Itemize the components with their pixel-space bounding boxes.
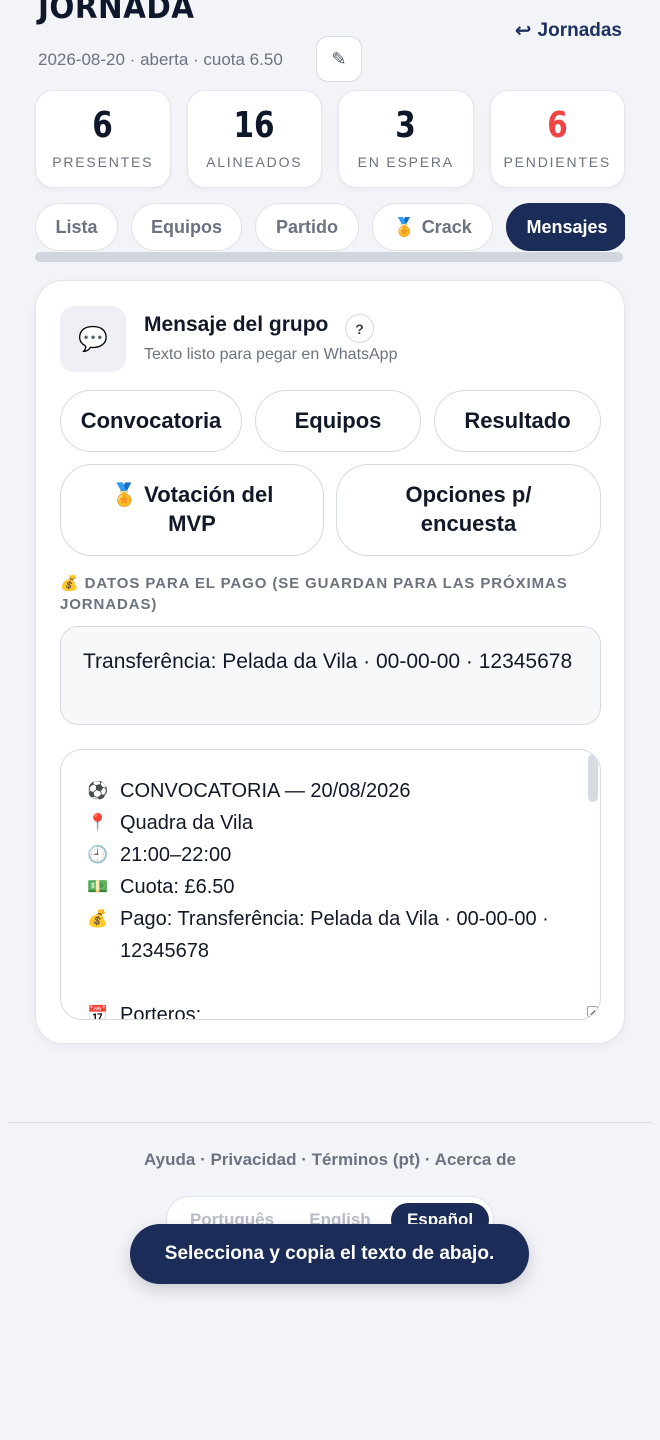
footer-links: Ayuda · Privacidad · Términos (pt) · Ace… (144, 1150, 516, 1169)
card-title: Mensaje del grupo (144, 313, 329, 336)
message-line: 📍 Quadra da Vila (86, 807, 556, 839)
poll-options-button[interactable]: Opciones p/ encuesta (336, 464, 601, 556)
message-lines: ⚽ CONVOCATORIA — 20/08/2026 📍 Quadra da Vi… (86, 775, 556, 1020)
stat-pendientes: 6 PENDIENTES (489, 90, 625, 188)
medal-icon: 🏅 (393, 216, 416, 237)
message-line-text: Pago: Transferência: Pelada da Vila · 00… (120, 908, 549, 962)
footer-link-acerca[interactable]: Acerca de (435, 1150, 516, 1169)
stat-label: PRESENTES (52, 154, 154, 170)
stat-value: 6 (546, 105, 568, 146)
card-subtitle: Texto listo para pegar en WhatsApp (144, 346, 398, 363)
tab-lista[interactable]: Lista (35, 203, 118, 251)
stat-label: EN ESPERA (357, 154, 454, 170)
mvp-vote-button[interactable]: 🏅 Votación del MVP (60, 464, 324, 556)
stat-label: PENDIENTES (503, 154, 611, 170)
tab-equipos[interactable]: Equipos (131, 203, 242, 251)
page-title: JORNADA (38, 0, 195, 26)
message-line-text: CONVOCATORIA — 20/08/2026 (120, 780, 411, 802)
money-bag-icon: 💰 (87, 909, 109, 928)
message-line: 🕘 21:00–22:00 (86, 839, 556, 871)
tab-crack-label: Crack (421, 216, 472, 237)
stat-en-espera: 3 EN ESPERA (338, 90, 474, 188)
calendar-icon: 📅 (87, 1005, 109, 1020)
stat-presentes: 6 PRESENTES (35, 90, 171, 188)
jornada-meta: 2026-08-20 · aberta · cuota 6.50 (38, 50, 283, 69)
tab-crack[interactable]: 🏅 Crack (372, 203, 493, 251)
equipos-button[interactable]: Equipos (255, 390, 421, 452)
blank-line-spacer (86, 967, 110, 999)
stat-alineados: 16 ALINEADOS (186, 90, 322, 188)
textarea-scrollbar[interactable] (588, 754, 598, 802)
mvp-button-text: 🏅 Votación del MVP (91, 481, 293, 538)
return-arrow-icon: ↩ (514, 20, 532, 42)
help-icon[interactable]: ? (345, 314, 374, 343)
medal-icon: 🏅 (110, 482, 139, 508)
cash-icon: 💵 (87, 877, 109, 896)
footer-divider (8, 1122, 652, 1123)
speech-bubble-icon: 💬 (60, 306, 126, 372)
resultado-button[interactable]: Resultado (434, 390, 601, 452)
footer-link-ayuda[interactable]: Ayuda (144, 1150, 195, 1169)
edit-button[interactable]: ✎ (316, 36, 362, 82)
resize-handle-icon[interactable]: ◢ (587, 1006, 598, 1017)
back-to-jornadas-link[interactable]: ↩ Jornadas (515, 18, 622, 43)
tab-partido[interactable]: Partido (255, 203, 359, 251)
back-link-label: Jornadas (537, 19, 622, 41)
soccer-ball-icon: ⚽ (87, 781, 109, 800)
payment-data-input[interactable]: Transferência: Pelada da Vila · 00-00-00… (60, 626, 601, 725)
mvp-label: Votación del MVP (144, 482, 274, 536)
payment-data-label: 💰 DATOS PARA EL PAGO (SE GUARDAN PARA LA… (60, 573, 605, 615)
message-line-text: Cuota: £6.50 (120, 876, 235, 898)
message-textarea[interactable]: ⚽ CONVOCATORIA — 20/08/2026 📍 Quadra da Vi… (60, 749, 601, 1020)
tab-mensajes[interactable]: Mensajes (506, 203, 625, 251)
stat-value: 3 (395, 105, 417, 146)
tab-bar: Lista Equipos Partido 🏅 Crack Mensajes (35, 203, 625, 251)
copy-toast: Selecciona y copia el texto de abajo. (130, 1224, 529, 1284)
convocatoria-button[interactable]: Convocatoria (60, 390, 242, 452)
message-line: 💰 Pago: Transferência: Pelada da Vila · 0… (86, 903, 556, 967)
payment-label-text: DATOS PARA EL PAGO (SE GUARDAN PARA LAS … (60, 575, 568, 613)
pin-icon: 📍 (87, 813, 109, 832)
message-line: 💵 Cuota: £6.50 (86, 871, 556, 903)
message-line: 📅 Porteros: (86, 999, 556, 1020)
clock-icon: 🕘 (87, 845, 109, 864)
message-line-text: Quadra da Vila (120, 812, 254, 834)
stats-row: 6 PRESENTES 16 ALINEADOS 3 EN ESPERA 6 P… (35, 90, 625, 188)
message-line: ⚽ CONVOCATORIA — 20/08/2026 (86, 775, 556, 807)
stat-value: 16 (233, 105, 275, 146)
footer-link-privacidad[interactable]: Privacidad (210, 1150, 296, 1169)
message-line-text: 21:00–22:00 (120, 844, 232, 866)
tab-scrollbar[interactable] (35, 252, 623, 262)
message-blank-line (86, 967, 556, 999)
pencil-icon: ✎ (331, 48, 347, 69)
stat-label: ALINEADOS (206, 154, 303, 170)
group-message-card: 💬 Mensaje del grupo ? Texto listo para p… (35, 280, 625, 1044)
footer-link-terminos[interactable]: Términos (pt) (312, 1150, 421, 1169)
stat-value: 6 (92, 105, 114, 146)
money-bag-icon: 💰 (60, 575, 80, 592)
message-line-text: Porteros: (120, 1004, 202, 1020)
